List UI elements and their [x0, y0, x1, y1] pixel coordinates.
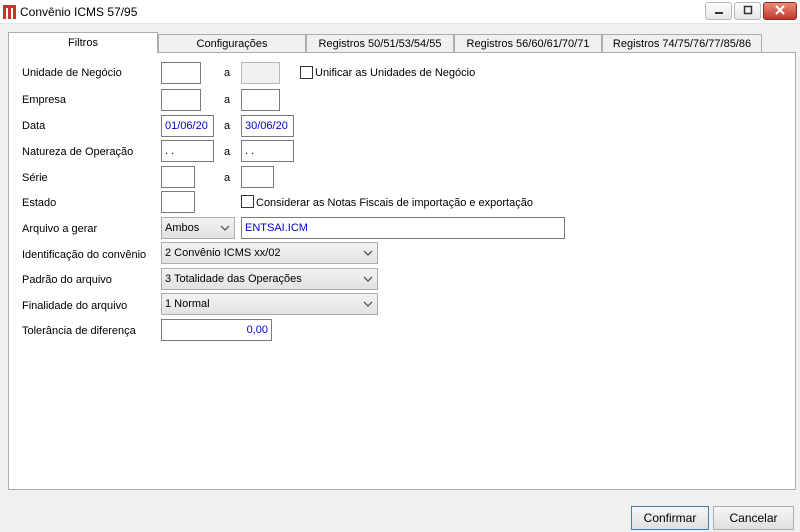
maximize-button[interactable] — [734, 2, 761, 20]
identificacao-selected: 2 Convênio ICMS xx/02 — [165, 247, 281, 259]
chevron-down-icon — [220, 223, 230, 233]
range-separator: a — [224, 172, 231, 184]
arquivo-selected: Ambos — [165, 222, 200, 234]
close-button[interactable] — [763, 2, 797, 20]
padrao-select[interactable]: 3 Totalidade das Operações — [161, 268, 378, 290]
data-label: Data — [22, 120, 46, 132]
serie-from-input[interactable] — [161, 166, 195, 188]
tab-registros-50[interactable]: Registros 50/51/53/54/55 — [306, 34, 454, 53]
unidade-negocio-label: Unidade de Negócio — [22, 67, 122, 79]
chevron-down-icon — [363, 248, 373, 258]
estado-input[interactable] — [161, 191, 195, 213]
range-separator: a — [224, 120, 231, 132]
chevron-down-icon — [363, 299, 373, 309]
finalidade-selected: 1 Normal — [165, 298, 210, 310]
considerar-label[interactable]: Considerar as Notas Fiscais de importaçã… — [256, 197, 533, 209]
confirm-button[interactable]: Confirmar — [631, 506, 709, 530]
empresa-label: Empresa — [22, 94, 67, 106]
padrao-selected: 3 Totalidade das Operações — [165, 273, 302, 285]
tolerancia-label: Tolerância de diferença — [22, 325, 136, 337]
tab-registros-56[interactable]: Registros 56/60/61/70/71 — [454, 34, 602, 53]
considerar-checkbox[interactable] — [241, 195, 254, 208]
arquivo-filename-input[interactable]: ENTSAI.ICM — [241, 217, 565, 239]
finalidade-select[interactable]: 1 Normal — [161, 293, 378, 315]
unificar-checkbox[interactable] — [300, 66, 313, 79]
range-separator: a — [224, 67, 231, 79]
natureza-to-input[interactable]: . . — [241, 140, 294, 162]
chevron-down-icon — [363, 274, 373, 284]
arquivo-label: Arquivo a gerar — [22, 223, 98, 235]
natureza-from-input[interactable]: . . — [161, 140, 214, 162]
cancel-button[interactable]: Cancelar — [713, 506, 794, 530]
serie-to-input[interactable] — [241, 166, 274, 188]
data-to-input[interactable]: 30/06/20 — [241, 115, 294, 137]
natureza-label: Natureza de Operação — [22, 146, 134, 158]
tab-registros-74[interactable]: Registros 74/75/76/77/85/86 — [602, 34, 762, 53]
empresa-to-input[interactable] — [241, 89, 280, 111]
maximize-icon — [743, 5, 753, 18]
empresa-from-input[interactable] — [161, 89, 201, 111]
close-icon — [774, 4, 786, 19]
tolerancia-input[interactable]: 0,00 — [161, 319, 272, 341]
identificacao-select[interactable]: 2 Convênio ICMS xx/02 — [161, 242, 378, 264]
unidade-negocio-to-input[interactable] — [241, 62, 280, 84]
tab-strip: Filtros Configurações Registros 50/51/53… — [8, 32, 788, 53]
unificar-label[interactable]: Unificar as Unidades de Negócio — [315, 67, 475, 79]
serie-label: Série — [22, 172, 48, 184]
range-separator: a — [224, 94, 231, 106]
unidade-negocio-from-input[interactable] — [161, 62, 201, 84]
filtros-panel — [8, 52, 796, 490]
tab-filtros[interactable]: Filtros — [8, 32, 158, 53]
window-title: Convênio ICMS 57/95 — [20, 5, 138, 19]
app-logo-icon — [2, 4, 18, 20]
identificacao-label: Identificação do convênio — [22, 249, 147, 261]
finalidade-label: Finalidade do arquivo — [22, 300, 128, 312]
range-separator: a — [224, 146, 231, 158]
tab-configuracoes[interactable]: Configurações — [158, 34, 306, 53]
title-bar: Convênio ICMS 57/95 — [0, 0, 800, 24]
arquivo-select[interactable]: Ambos — [161, 217, 235, 239]
estado-label: Estado — [22, 197, 57, 209]
padrao-label: Padrão do arquivo — [22, 274, 112, 286]
minimize-icon — [714, 5, 724, 18]
minimize-button[interactable] — [705, 2, 732, 20]
data-from-input[interactable]: 01/06/20 — [161, 115, 214, 137]
